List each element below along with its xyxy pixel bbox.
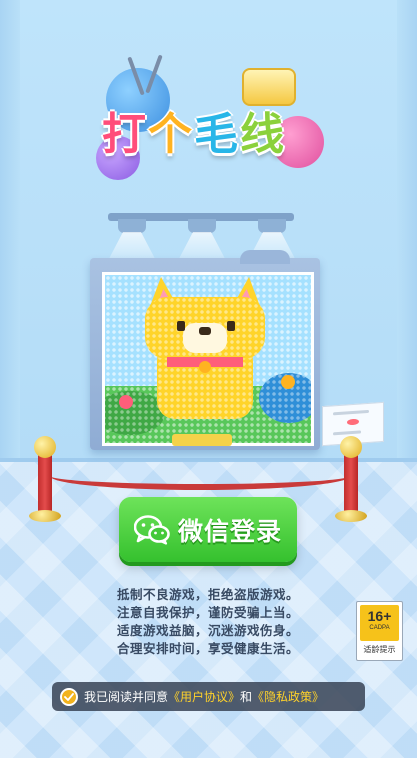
spotlight-icon [188, 219, 216, 233]
barrier-rope [50, 462, 350, 490]
logo-char: 个 [148, 109, 194, 160]
card-decoration [347, 418, 359, 426]
healthy-gaming-advisory: 抵制不良游戏，拒绝盗版游戏。 注意自我保护，谨防受骗上当。 适度游戏益脑，沉迷游… [108, 586, 308, 658]
check-icon [64, 692, 74, 701]
age-rating-panel: 16+ CADPA [360, 605, 399, 641]
dog-nose [199, 327, 211, 335]
dog-tag [199, 361, 211, 373]
post-knob [34, 436, 56, 458]
advisory-line: 适度游戏益脑，沉迷游戏伤身。 [116, 623, 299, 638]
age-rating-number: 16+ [367, 608, 392, 624]
logo-char: 毛 [194, 109, 240, 160]
advisory-line: 合理安排时间，享受健康生活。 [116, 641, 299, 656]
easel-stand [172, 434, 232, 446]
game-logo: 打个毛线 [92, 54, 332, 184]
agreement-bar: 我已阅读并同意 《用户协议》 和 《隐私政策》 [52, 682, 365, 711]
spotlight-icon [118, 219, 146, 233]
dog-eye [227, 321, 235, 331]
age-rating-label: 适龄提示 [363, 645, 396, 654]
agreement-checkbox[interactable] [60, 687, 78, 706]
logo-char: 线 [240, 109, 286, 160]
post-knob [340, 436, 362, 458]
picture-frame [90, 250, 320, 450]
spotlight-icon [258, 219, 286, 233]
logo-title: 打个毛线 [102, 98, 332, 162]
card-line [333, 409, 369, 416]
flower-icon [281, 375, 295, 389]
frame-ornament [240, 250, 290, 264]
wechat-login-button[interactable]: 微信登录 [119, 497, 297, 562]
flower-icon [119, 395, 133, 409]
wechat-login-label: 微信登录 [177, 516, 282, 546]
pixel-dog-artwork [102, 272, 314, 446]
wechat-icon [133, 514, 170, 545]
card-line [333, 430, 361, 436]
user-agreement-link[interactable]: 《用户协议》 [168, 688, 240, 705]
advisory-line: 注意自我保护，谨防受骗上当。 [116, 605, 299, 620]
wall-left-side [0, 0, 20, 470]
post-base [335, 510, 367, 522]
dog-eye [177, 321, 185, 331]
age-rating-badge[interactable]: 16+ CADPA 适龄提示 [356, 601, 403, 661]
logo-char: 打 [102, 109, 148, 160]
privacy-policy-link[interactable]: 《隐私政策》 [252, 688, 324, 705]
age-rating-org: CADPA [369, 625, 390, 631]
agreement-prefix: 我已阅读并同意 [84, 690, 169, 704]
wall-right-side [397, 0, 417, 470]
post-base [29, 510, 61, 522]
agreement-conjunction: 和 [240, 690, 253, 704]
advisory-line: 抵制不良游戏，拒绝盗版游戏。 [116, 587, 299, 602]
